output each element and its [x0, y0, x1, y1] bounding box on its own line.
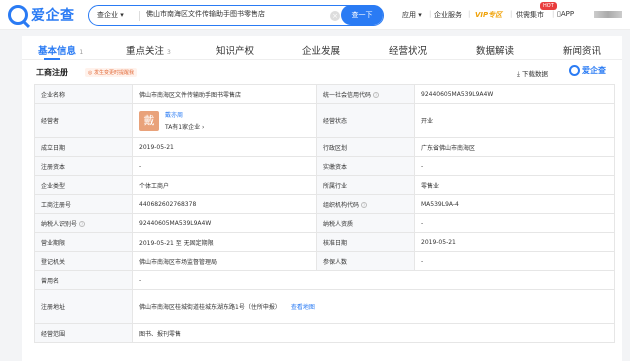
former-name-label: 曾用名: [34, 270, 133, 290]
tab-news[interactable]: 新闻资讯: [563, 43, 601, 57]
table-row: 成立日期 2019-05-21 行政区划 广东省佛山市南海区: [34, 137, 615, 157]
credit-code-label: 统一社会信用代码?: [316, 84, 415, 104]
company-name-value: 佛山市南海区文件传输助手图书零售店: [132, 84, 317, 104]
nav-vip[interactable]: VIP专区: [475, 10, 502, 20]
status-label: 经营状态: [316, 103, 415, 138]
company-type-value: 个体工商户: [132, 175, 317, 195]
search-button[interactable]: 查一下: [341, 5, 383, 25]
download-data-button[interactable]: ⤓ 下载数据: [517, 68, 548, 79]
tab-operations[interactable]: 经营状况: [389, 43, 427, 57]
term-value: 2019-05-21 至 无固定期限: [132, 232, 317, 252]
top-bar: 爱企查 查企业 ▾ × 查一下 应用 ▾ | 企业服务 | VIP专区 | 供需…: [0, 0, 630, 30]
founded-value: 2019-05-21: [132, 137, 317, 157]
change-alert-button[interactable]: ◎ 发生变更时提醒我: [85, 68, 137, 77]
registration-table: 企业名称 佛山市南海区文件传输助手图书零售店 统一社会信用代码? 9244060…: [34, 84, 615, 343]
logo-text: 爱企查: [31, 8, 75, 24]
taxpayer-label: 纳税人资质: [316, 213, 415, 233]
operator-value: 戴 戴亦周 TA有1家企业 ›: [132, 103, 317, 138]
nav-divider: |: [552, 10, 555, 18]
approval-value: 2019-05-21: [414, 232, 615, 252]
paid-capital-label: 实缴资本: [316, 156, 415, 176]
authority-value: 佛山市南海区市场监督管理局: [132, 251, 317, 271]
address-label: 注册地址: [34, 289, 133, 324]
search-type-select[interactable]: 查企业 ▾: [97, 10, 124, 20]
table-row: 企业名称 佛山市南海区文件传输助手图书零售店 统一社会信用代码? 9244060…: [34, 84, 615, 104]
company-card: 基本信息 1 重点关注 3 知识产权 企业发展 经营状况 数据解读 新闻资讯 工…: [22, 36, 622, 361]
table-row: 登记机关 佛山市南海区市场监督管理局 参保人数 -: [34, 251, 615, 271]
region-value: 广东省佛山市南海区: [414, 137, 615, 157]
term-label: 营业期限: [34, 232, 133, 252]
industry-value: 零售业: [414, 175, 615, 195]
founded-label: 成立日期: [34, 137, 133, 157]
tab-data-insight[interactable]: 数据解读: [476, 43, 514, 57]
section-logo: 爱企查: [569, 65, 606, 76]
section-header: 工商注册 ◎ 发生变更时提醒我 ⤓ 下载数据 爱企查: [22, 64, 622, 82]
tax-id-value: 92440605MA539L9A4W: [132, 213, 317, 233]
operator-name-link[interactable]: 戴亦周: [165, 110, 204, 119]
tab-intellectual-property[interactable]: 知识产权: [216, 43, 254, 57]
nav-download-app[interactable]: ▯APP: [557, 10, 574, 18]
former-name-value: -: [132, 270, 615, 290]
approval-label: 核准日期: [316, 232, 415, 252]
brand-logo[interactable]: 爱企查: [8, 5, 75, 25]
credit-code-value: 92440605MA539L9A4W: [414, 84, 615, 104]
table-row: 经营者 戴 戴亦周 TA有1家企业 › 经营状态 开业: [34, 103, 615, 138]
table-row: 经营范围 图书、报刊零售: [34, 323, 615, 343]
table-row: 工商注册号 440682602768378 组织机构代码? MA539L9A-4: [34, 194, 615, 214]
hot-badge: HOT: [540, 2, 557, 10]
table-row: 曾用名 -: [34, 270, 615, 290]
section-title: 工商注册: [36, 68, 68, 77]
authority-label: 登记机关: [34, 251, 133, 271]
insured-value: -: [414, 251, 615, 271]
address-value: 佛山市南海区桂城街道桂城东湖东路1号（住所申报） 查看地图: [132, 289, 615, 324]
paid-capital-value: -: [414, 156, 615, 176]
taxpayer-value: -: [414, 213, 615, 233]
search-input[interactable]: [146, 10, 316, 18]
nav-divider: |: [468, 10, 471, 18]
nav-supply-market[interactable]: 供需集市: [516, 10, 544, 20]
table-row: 企业类型 个体工商户 所属行业 零售业: [34, 175, 615, 195]
reg-capital-value: -: [132, 156, 317, 176]
tab-key-focus[interactable]: 重点关注 3: [126, 43, 171, 57]
tab-development[interactable]: 企业发展: [302, 43, 340, 57]
scope-value: 图书、报刊零售: [132, 323, 615, 343]
help-icon[interactable]: ?: [79, 221, 86, 227]
table-row: 注册资本 - 实缴资本 -: [34, 156, 615, 176]
tax-id-label: 纳税人识别号?: [34, 213, 133, 233]
view-map-link[interactable]: 查看地图: [291, 304, 315, 311]
user-account[interactable]: [594, 11, 622, 18]
tab-basic-info[interactable]: 基本信息 1: [38, 43, 83, 57]
scope-label: 经营范围: [34, 323, 133, 343]
active-tab-indicator: [44, 58, 60, 60]
company-name-label: 企业名称: [34, 84, 133, 104]
insured-label: 参保人数: [316, 251, 415, 271]
company-type-label: 企业类型: [34, 175, 133, 195]
search-box: 查企业 ▾ × 查一下: [88, 5, 384, 26]
clear-icon[interactable]: ×: [330, 11, 340, 21]
search-divider: [139, 11, 140, 21]
nav-divider: |: [510, 10, 513, 18]
help-icon[interactable]: ?: [373, 92, 380, 98]
operator-label: 经营者: [34, 103, 133, 138]
industry-label: 所属行业: [316, 175, 415, 195]
org-code-label: 组织机构代码?: [316, 194, 415, 214]
tab-bar: 基本信息 1 重点关注 3 知识产权 企业发展 经营状况 数据解读 新闻资讯: [22, 36, 622, 60]
logo-magnifier-icon: [8, 5, 28, 25]
reg-no-value: 440682602768378: [132, 194, 317, 214]
nav-app-menu[interactable]: 应用 ▾: [402, 10, 422, 20]
reg-no-label: 工商注册号: [34, 194, 133, 214]
nav-enterprise-service[interactable]: 企业服务: [434, 10, 462, 20]
logo-magnifier-icon: [569, 65, 580, 76]
operator-companies-link[interactable]: TA有1家企业 ›: [165, 122, 204, 131]
table-row: 注册地址 佛山市南海区桂城街道桂城东湖东路1号（住所申报） 查看地图: [34, 289, 615, 324]
reg-capital-label: 注册资本: [34, 156, 133, 176]
table-row: 营业期限 2019-05-21 至 无固定期限 核准日期 2019-05-21: [34, 232, 615, 252]
region-label: 行政区划: [316, 137, 415, 157]
status-value: 开业: [414, 103, 615, 138]
org-code-value: MA539L9A-4: [414, 194, 615, 214]
nav-divider: |: [429, 10, 432, 18]
help-icon[interactable]: ?: [361, 202, 368, 208]
table-row: 纳税人识别号? 92440605MA539L9A4W 纳税人资质 -: [34, 213, 615, 233]
operator-avatar: 戴: [139, 110, 159, 131]
